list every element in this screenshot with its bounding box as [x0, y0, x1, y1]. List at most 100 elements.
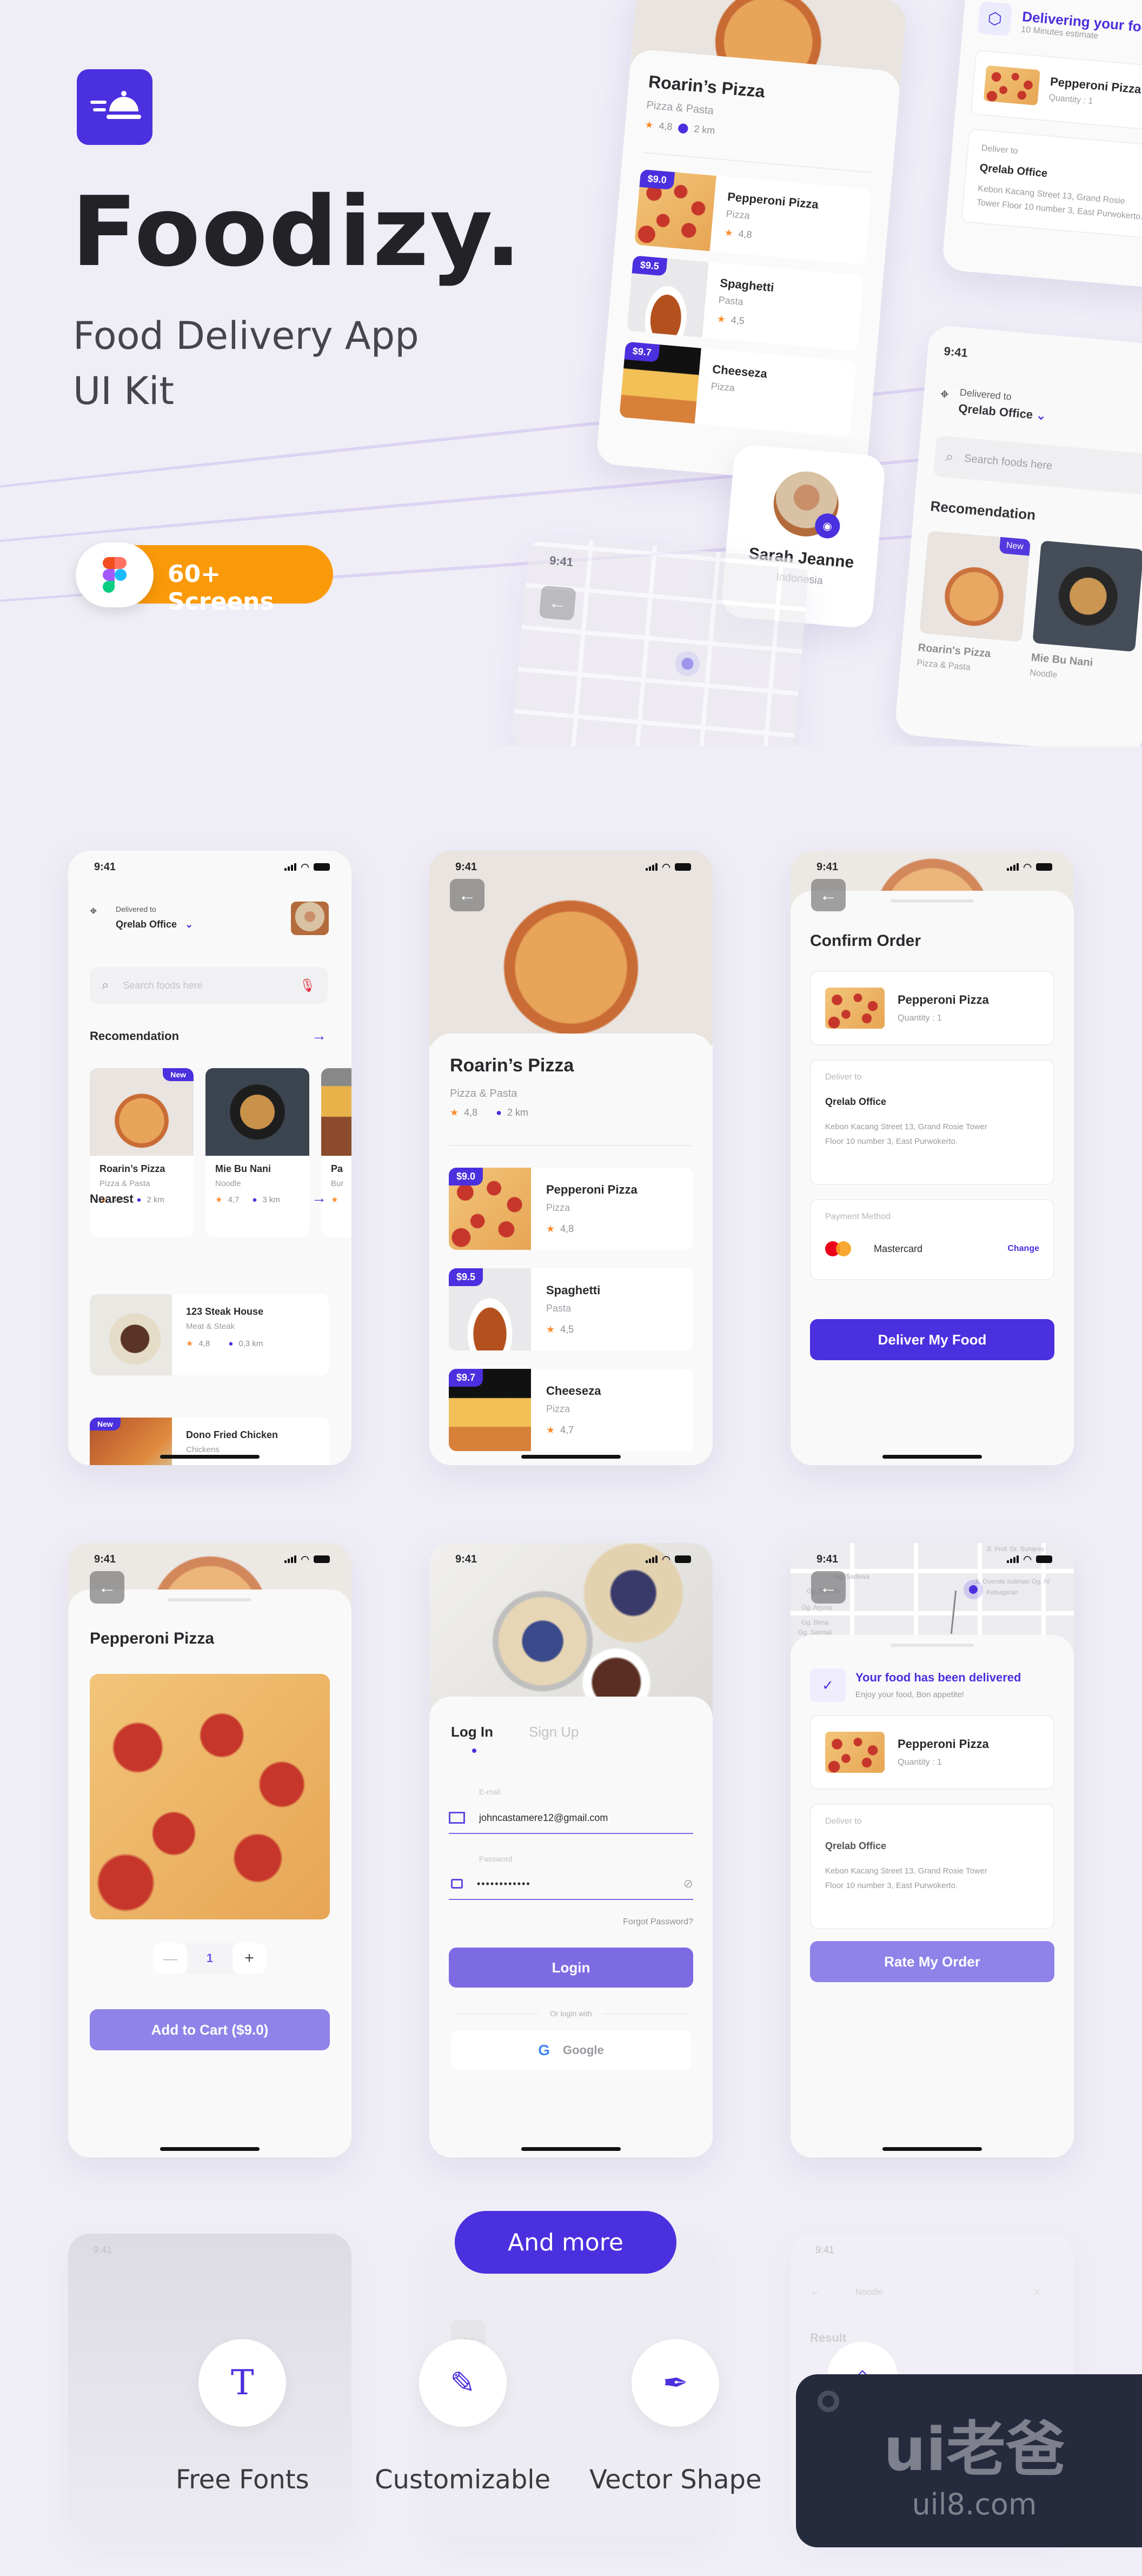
chevron-down-icon[interactable]: ⌄	[185, 919, 193, 930]
app-logo	[77, 69, 152, 145]
mastercard-icon	[825, 1241, 854, 1256]
restaurant-category: Pizza & Pasta	[450, 1088, 517, 1100]
location-pin-icon: ●	[136, 1195, 142, 1204]
order-item-card: Pepperoni Pizza Quantity : 1	[810, 1715, 1054, 1790]
location-pin-icon: ⬤	[677, 122, 689, 134]
search-icon: ⌕	[102, 978, 109, 992]
google-login-button[interactable]: G Google	[451, 2031, 691, 2070]
back-button[interactable]: ←	[90, 1571, 124, 1604]
delivered-title: Your food has been delivered	[855, 1671, 1021, 1684]
menu-item[interactable]: $9.0 Pepperoni Pizza Pizza ★ 4,8	[634, 169, 872, 265]
price-tag: $9.7	[449, 1369, 483, 1387]
back-arrow-icon[interactable]: ←	[810, 2286, 821, 2298]
new-badge: New	[90, 1418, 121, 1431]
cloche-delivery-icon	[90, 91, 141, 119]
sheet-grabber[interactable]	[891, 899, 974, 903]
home-indicator	[160, 2147, 260, 2151]
delivery-address-card: Deliver to Qrelab Office Kebon Kacang St…	[960, 128, 1142, 240]
lock-icon	[451, 1879, 463, 1889]
restaurant-rating: 4,8	[464, 1107, 478, 1118]
menu-item[interactable]: $9.7 Cheeseza Pizza	[619, 341, 857, 438]
tab-login[interactable]: Log In	[451, 1724, 493, 1740]
map-label: Kebugaran	[986, 1588, 1018, 1596]
close-icon[interactable]: ✕	[1032, 2286, 1041, 2299]
home-indicator	[521, 2147, 621, 2151]
change-payment-link[interactable]: Change	[1007, 1244, 1039, 1254]
recommendation-card[interactable]: Pa Bur ★	[321, 1068, 351, 1237]
figma-badge	[76, 542, 154, 607]
hero-subtitle-2: UI Kit	[73, 369, 174, 413]
hero-subtitle: Food Delivery App	[73, 314, 419, 358]
restaurant-distance: 2 km	[693, 123, 716, 136]
arrow-right-icon[interactable]: →	[311, 1027, 327, 1044]
delivery-address-card[interactable]: Deliver to Qrelab Office Kebon Kacang St…	[810, 1059, 1054, 1185]
menu-item[interactable]: $9.5 Spaghetti Pasta ★ 4,5	[449, 1268, 693, 1350]
back-button[interactable]: ←	[539, 585, 576, 621]
recommendation-card[interactable]: New Roarin’s Pizza Pizza & Pasta ★ 4,8 ● 2 …	[90, 1068, 194, 1237]
nearest-item[interactable]: 123 Steak House Meat & Steak ★ 4,8 ● 0,3 km	[90, 1294, 329, 1375]
decrement-button[interactable]: —	[154, 1943, 187, 1974]
chevron-down-icon[interactable]: ⌄	[1035, 408, 1047, 423]
wifi-icon: ◠	[1023, 1553, 1032, 1565]
food-thumbnail	[825, 1732, 885, 1773]
feature-customizable: ✎ Customizable	[375, 2339, 550, 2495]
food-photo: $9.5	[449, 1268, 531, 1350]
home-screen: 9:41 ◠ ⌖ Delivered to Qrelab Office ⌄ ⌕ …	[68, 851, 351, 1465]
login-button[interactable]: Login	[449, 1948, 693, 1988]
figma-logo-icon	[103, 557, 127, 593]
rate-my-order-button[interactable]: Rate My Order	[810, 1941, 1054, 1982]
arrow-right-icon[interactable]: →	[311, 1189, 327, 1207]
status-bar: 9:41 ◠	[68, 1543, 351, 1575]
check-icon: ✓	[810, 1668, 846, 1702]
user-avatar[interactable]	[291, 902, 329, 935]
and-more-button[interactable]: And more	[455, 2211, 676, 2274]
forgot-password-link[interactable]: Forgot Password?	[623, 1917, 693, 1927]
product-photo	[90, 1674, 330, 1919]
status-bar: 9:41 ◠	[68, 851, 351, 883]
delivery-location[interactable]: Qrelab Office ⌄	[116, 919, 193, 930]
status-bar: 9:41 ◠	[791, 1543, 1074, 1575]
nearest-title: Nearest	[90, 1192, 134, 1206]
tab-signup[interactable]: Sign Up	[529, 1724, 579, 1740]
add-to-cart-button[interactable]: Add to Cart ($9.0)	[90, 2009, 330, 2050]
watermark-tag: ui老爸 uil8.com	[796, 2374, 1142, 2547]
eye-off-icon[interactable]: ⊘	[683, 1877, 693, 1891]
sheet-grabber[interactable]	[891, 1644, 974, 1647]
price-tag: $9.5	[449, 1268, 483, 1286]
restaurant-sheet: Roarin’s Pizza Pizza & Pasta ★ 4,8 ● 2 km $…	[429, 1034, 713, 1465]
hero-section: Foodizy. Food Delivery App UI Kit 60+ Sc…	[0, 0, 1142, 746]
camera-icon[interactable]: ◉	[814, 512, 841, 540]
recommendation-card[interactable]: Mie Bu Nani Noodle ★ 4,7 ● 3 km	[205, 1068, 309, 1237]
menu-item[interactable]: $9.7 Cheeseza Pizza ★ 4,7	[449, 1369, 693, 1451]
watermark-url: uil8.com	[912, 2487, 1037, 2521]
back-button[interactable]: ←	[450, 879, 484, 911]
food-thumbnail	[825, 988, 885, 1029]
star-icon: ★	[546, 1425, 555, 1435]
password-field[interactable]: •••••••••••• ⊘	[449, 1869, 693, 1900]
battery-icon	[675, 1555, 691, 1563]
delivered-screen: Gg. Sadewa Gg. Nakula Gg. Arjuna Gg. Bim…	[791, 1543, 1074, 2157]
delivered-subtitle: Enjoy your food, Bon appetite!	[855, 1690, 964, 1699]
search-input[interactable]: ⌕ Search foods here 🎙︎	[90, 967, 328, 1004]
back-button[interactable]: ←	[811, 879, 846, 911]
search-bar[interactable]: ⌕ Search foods here	[933, 435, 1142, 495]
location-dot	[681, 657, 694, 671]
wifi-icon: ◠	[662, 861, 670, 872]
back-button[interactable]: ←	[811, 1571, 846, 1604]
restaurant-distance: 2 km	[507, 1107, 529, 1118]
package-icon: ⬡	[977, 1, 1013, 37]
increment-button[interactable]: +	[233, 1943, 266, 1974]
payment-method-card: Payment Method Mastercard Change	[810, 1199, 1054, 1280]
menu-item[interactable]: $9.0 Pepperoni Pizza Pizza ★ 4,8	[449, 1168, 693, 1250]
sheet-grabber[interactable]	[168, 1598, 251, 1601]
wifi-icon: ◠	[301, 861, 309, 872]
watermark-logo: ui老爸	[883, 2414, 1065, 2484]
star-icon: ★	[644, 119, 654, 131]
quantity-value: 1	[206, 1951, 214, 1965]
microphone-icon[interactable]: 🎙︎	[300, 978, 316, 994]
tag-hole	[818, 2390, 839, 2412]
menu-item[interactable]: $9.5 Spaghetti Pasta ★ 4,5	[627, 255, 864, 351]
email-field[interactable]: johncastamere12@gmail.com	[449, 1803, 693, 1834]
location-dot	[969, 1585, 978, 1594]
deliver-my-food-button[interactable]: Deliver My Food	[810, 1319, 1054, 1360]
